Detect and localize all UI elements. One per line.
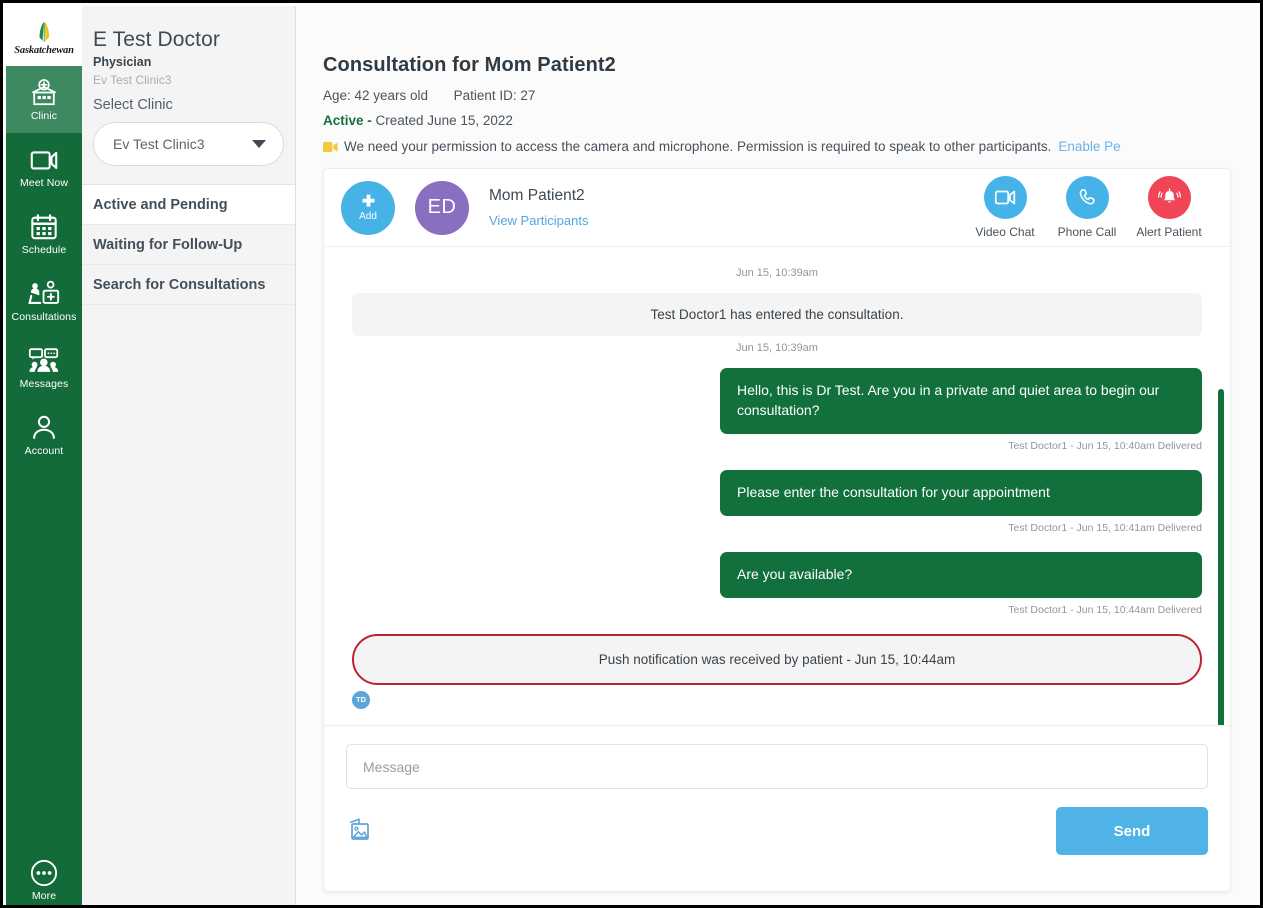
add-participant-button[interactable]: Add — [341, 180, 395, 235]
message-input[interactable] — [346, 744, 1208, 789]
app-window: Saskatchewan Clinic Meet Now Schedule Co… — [0, 0, 1263, 908]
push-notification-banner: Push notification was received by patien… — [352, 633, 1202, 685]
nav-item-meet-now[interactable]: Meet Now — [6, 133, 82, 200]
read-receipt-badge: TD — [352, 690, 370, 709]
message-bubble: Hello, this is Dr Test. Are you in a pri… — [720, 368, 1202, 434]
camera-permission-icon — [323, 141, 338, 153]
calendar-icon — [27, 212, 61, 242]
avatar-initials: ED — [427, 196, 457, 218]
bell-alert-icon — [1147, 176, 1191, 219]
person-icon — [27, 413, 61, 443]
permission-banner: We need your permission to access the ca… — [296, 128, 1260, 154]
wheat-sheaf-icon — [35, 20, 53, 44]
plus-icon — [361, 194, 375, 207]
consultation-card-header: Add ED Mom Patient2 View Participants Vi… — [324, 169, 1230, 247]
alert-patient-button[interactable]: Alert Patient — [1128, 176, 1210, 239]
phone-icon — [1065, 176, 1109, 219]
message-meta: Test Doctor1 - Jun 15, 10:44am Delivered — [1008, 603, 1202, 616]
main-content: Consultation for Mom Patient2 Age: 42 ye… — [296, 6, 1260, 905]
phone-call-label: Phone Call — [1057, 225, 1117, 239]
sidebar-item-label: Active and Pending — [93, 196, 228, 213]
consultation-card: Add ED Mom Patient2 View Participants Vi… — [323, 168, 1231, 892]
view-participants-link[interactable]: View Participants — [489, 213, 588, 228]
chat-timestamp: Jun 15, 10:39am — [736, 267, 818, 279]
sidebar-item-label: Waiting for Follow-Up — [93, 236, 243, 253]
logo-wordmark: Saskatchewan — [14, 45, 74, 56]
nav-label-meet-now: Meet Now — [19, 176, 69, 189]
message-row: Are you available? — [352, 551, 1202, 598]
nav-item-schedule[interactable]: Schedule — [6, 200, 82, 267]
nav-item-consultations[interactable]: Consultations — [6, 267, 82, 334]
consultation-status-line: Active - Created June 15, 2022 — [296, 103, 1260, 128]
patient-name: Mom Patient2 — [489, 187, 585, 204]
created-date: Created June 15, 2022 — [371, 113, 513, 128]
image-attachment-icon[interactable] — [346, 816, 380, 846]
patient-id: Patient ID: 27 — [453, 88, 536, 103]
clinic-building-icon — [27, 78, 61, 108]
nav-label-clinic: Clinic — [30, 109, 58, 122]
ellipsis-circle-icon — [27, 858, 61, 888]
patient-block: Mom Patient2 View Participants — [489, 187, 588, 228]
alert-patient-label: Alert Patient — [1136, 225, 1202, 239]
message-meta: Test Doctor1 - Jun 15, 10:41am Delivered — [1008, 521, 1202, 534]
message-row: Please enter the consultation for your a… — [352, 469, 1202, 516]
message-meta: Test Doctor1 - Jun 15, 10:40am Delivered — [1008, 439, 1202, 452]
messages-group-icon — [27, 346, 61, 376]
send-button[interactable]: Send — [1056, 807, 1208, 855]
nav-label-account: Account — [24, 444, 64, 457]
sidebar-item-search-for-consultations[interactable]: Search for Consultations — [82, 265, 295, 305]
composer-actions: Send — [346, 807, 1208, 855]
primary-nav-rail: Saskatchewan Clinic Meet Now Schedule Co… — [6, 6, 82, 905]
consultation-desk-icon — [27, 279, 61, 309]
add-button-label: Add — [359, 211, 377, 222]
patient-meta: Age: 42 years old Patient ID: 27 — [296, 77, 1260, 103]
chat-scrollbar[interactable] — [1218, 389, 1224, 725]
chat-timestamp: Jun 15, 10:39am — [736, 342, 818, 354]
patient-age: Age: 42 years old — [323, 88, 429, 103]
clinic-select-value: Ev Test Clinic3 — [113, 136, 205, 152]
nav-label-messages: Messages — [19, 377, 69, 390]
phone-call-button[interactable]: Phone Call — [1046, 176, 1128, 239]
status-badge: Active - — [323, 113, 372, 128]
avatar: ED — [415, 180, 469, 235]
select-clinic-label: Select Clinic — [93, 97, 173, 113]
clinic-side-panel: E Test Doctor Physician Ev Test Clinic3 … — [82, 6, 296, 905]
saskatchewan-logo: Saskatchewan — [6, 6, 82, 66]
clinic-select-dropdown[interactable]: Ev Test Clinic3 — [93, 122, 284, 166]
nav-item-account[interactable]: Account — [6, 401, 82, 468]
page-title: Consultation for Mom Patient2 — [323, 54, 616, 76]
nav-label-schedule: Schedule — [21, 243, 67, 256]
sidebar-item-waiting-for-follow-up[interactable]: Waiting for Follow-Up — [82, 225, 295, 265]
message-composer: Send — [324, 725, 1230, 855]
video-chat-label: Video Chat — [975, 225, 1035, 239]
nav-label-more: More — [31, 890, 57, 903]
video-chat-button[interactable]: Video Chat — [964, 176, 1046, 239]
enable-permissions-link[interactable]: Enable Pe — [1058, 139, 1120, 154]
chevron-down-icon — [252, 140, 266, 148]
sidebar-item-label: Search for Consultations — [93, 276, 266, 293]
system-message: Test Doctor1 has entered the consultatio… — [352, 293, 1202, 336]
video-camera-icon — [27, 145, 61, 175]
doctor-role: Physician — [93, 55, 152, 69]
nav-item-clinic[interactable]: Clinic — [6, 66, 82, 133]
nav-label-consultations: Consultations — [11, 310, 77, 323]
video-camera-icon — [983, 176, 1027, 219]
message-row: Hello, this is Dr Test. Are you in a pri… — [352, 368, 1202, 434]
permission-text: We need your permission to access the ca… — [344, 139, 1052, 154]
nav-item-messages[interactable]: Messages — [6, 334, 82, 401]
nav-item-more[interactable]: More — [6, 856, 82, 905]
message-bubble: Are you available? — [720, 551, 1202, 598]
chat-transcript[interactable]: Jun 15, 10:39am Test Doctor1 has entered… — [324, 247, 1230, 725]
doctor-name: E Test Doctor — [93, 28, 220, 51]
sidebar-item-active-and-pending[interactable]: Active and Pending — [82, 185, 295, 225]
doctor-clinic: Ev Test Clinic3 — [93, 73, 172, 87]
message-bubble: Please enter the consultation for your a… — [720, 469, 1202, 516]
